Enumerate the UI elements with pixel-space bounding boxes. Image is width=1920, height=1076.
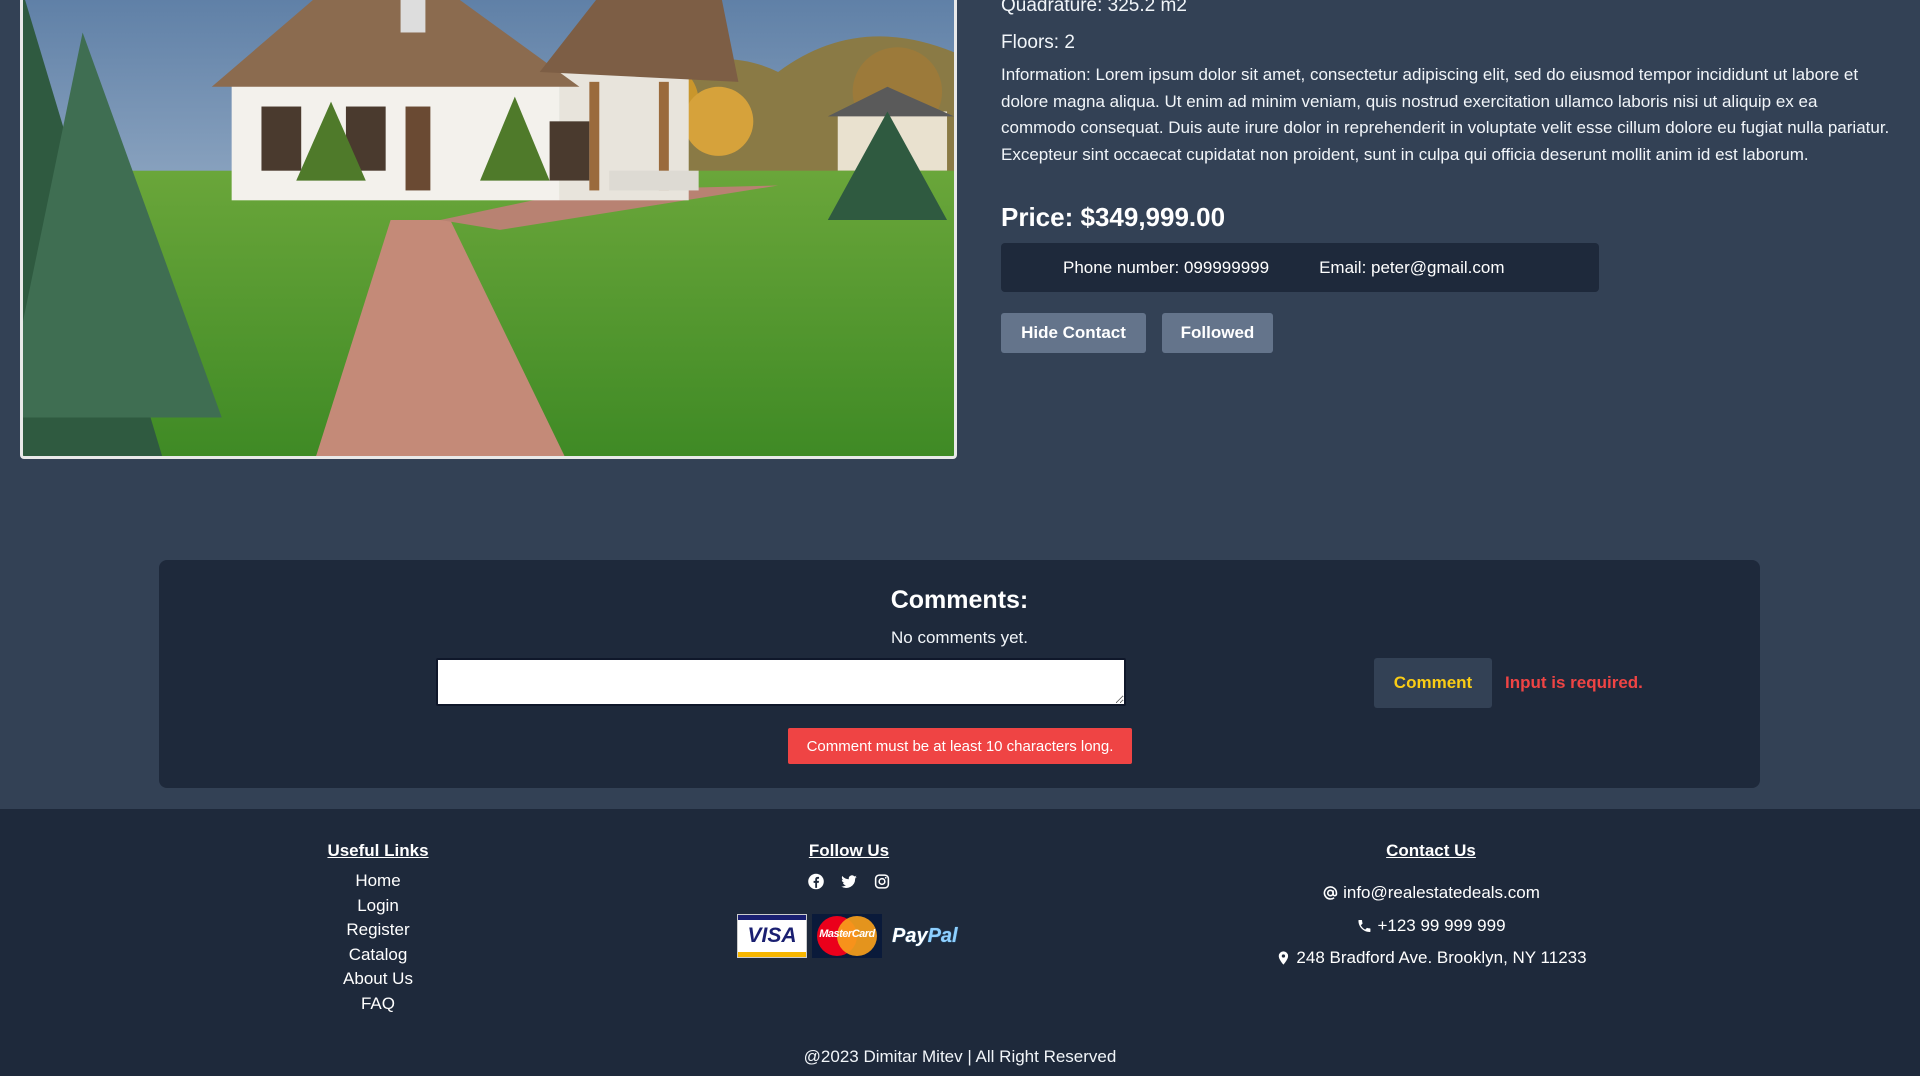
no-comments-text: No comments yet. xyxy=(891,628,1028,647)
instagram-icon[interactable] xyxy=(874,873,891,890)
comment-length-error: Comment must be at least 10 characters l… xyxy=(788,728,1132,764)
comments-title: Comments: xyxy=(890,586,1029,614)
quadrature-text: Quadrature: 325.2 m2 xyxy=(1001,0,1187,16)
footer-link-login[interactable]: Login xyxy=(343,894,413,919)
contact-us-title: Contact Us xyxy=(1386,841,1476,860)
payment-methods: VISA MasterCard PayPal xyxy=(737,914,958,958)
house-image xyxy=(23,0,954,456)
comment-submit-button[interactable]: Comment xyxy=(1374,658,1492,708)
contact-email: info@realestatedeals.com xyxy=(1275,877,1586,910)
phone-icon xyxy=(1358,919,1371,932)
contact-us-list: info@realestatedeals.com +123 99 999 999… xyxy=(1275,877,1587,975)
mastercard-logo: MasterCard xyxy=(812,914,882,958)
information-text: Information: Lorem ipsum dolor sit amet,… xyxy=(1001,65,1890,164)
footer-link-faq[interactable]: FAQ xyxy=(343,992,413,1017)
paypal-logo: PayPal xyxy=(892,924,958,947)
footer-link-catalog[interactable]: Catalog xyxy=(343,943,413,968)
at-icon xyxy=(1323,886,1337,901)
phone-number-text: Phone number: 099999999 xyxy=(1063,257,1270,277)
twitter-icon[interactable] xyxy=(841,873,858,890)
useful-links-title: Useful Links xyxy=(327,841,429,860)
useful-links-list: Home Login Register Catalog About Us FAQ xyxy=(343,869,413,1016)
follow-us-title: Follow Us xyxy=(808,841,890,860)
footer-link-about-us[interactable]: About Us xyxy=(343,967,413,992)
social-links xyxy=(808,873,891,890)
footer: Useful Links Home Login Register Catalog… xyxy=(0,809,1920,1076)
comment-input[interactable] xyxy=(436,658,1126,706)
footer-link-register[interactable]: Register xyxy=(343,918,413,943)
email-text: Email: peter@gmail.com xyxy=(1319,257,1505,277)
visa-logo: VISA xyxy=(737,914,807,958)
map-pin-icon xyxy=(1278,951,1289,965)
contact-address: 248 Bradford Ave. Brooklyn, NY 11233 xyxy=(1275,942,1587,975)
hide-contact-button[interactable]: Hide Contact xyxy=(1001,313,1146,353)
floors-text: Floors: 2 xyxy=(1001,32,1075,53)
input-required-message: Input is required. xyxy=(1505,673,1643,692)
followed-button[interactable]: Followed xyxy=(1162,313,1273,353)
contact-phone: +123 99 999 999 xyxy=(1275,910,1586,943)
facebook-icon[interactable] xyxy=(808,873,825,890)
contact-info-box: Phone number: 099999999 Email: peter@gma… xyxy=(1001,243,1599,292)
footer-link-home[interactable]: Home xyxy=(343,869,413,894)
comments-section: Comments: No comments yet. Comment Input… xyxy=(159,560,1760,788)
property-photo xyxy=(20,0,957,459)
copyright-text: @2023 Dimitar Mitev | All Right Reserved xyxy=(803,1047,1117,1066)
price-text: Price: $349,999.00 xyxy=(1001,202,1226,232)
